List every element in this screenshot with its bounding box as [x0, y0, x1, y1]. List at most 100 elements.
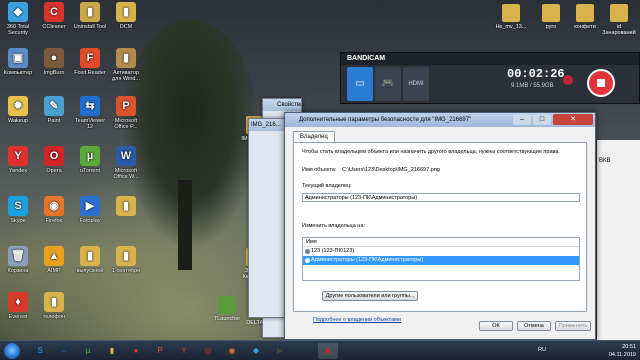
screen-mode-icon[interactable]: ▭ [347, 67, 373, 101]
taskbar-app-icon[interactable]: µ [78, 343, 98, 359]
desktop-icon[interactable]: ▮ 1 сентября [108, 246, 144, 274]
recording-size: 9.1MB / 55.9GB [511, 83, 554, 89]
desktop-icon[interactable]: id Зачарований [602, 4, 636, 36]
folder-icon [542, 4, 560, 22]
taskbar-app-icon[interactable]: ◉ [222, 343, 242, 359]
other-users-button[interactable]: Другие пользователи или группы... [322, 291, 418, 301]
desktop-icon[interactable]: O Opera [36, 146, 72, 174]
desktop-icon-label: id Зачарований [602, 24, 636, 36]
desktop-icon-label: Wakeup [8, 118, 28, 124]
app-icon: ▣ [8, 48, 28, 68]
list-item[interactable]: 123 (123-ПК\123) [303, 247, 579, 256]
taskbar-app-icon[interactable]: ▮ [102, 343, 122, 359]
desktop-icon[interactable]: C CCleaner [36, 2, 72, 30]
desktop-icon[interactable]: ▲ AIMP [36, 246, 72, 274]
desktop-icon[interactable]: Y Yandex [0, 146, 36, 174]
owner-listbox[interactable]: Имя 123 (123-ПК\123) Администраторы (123… [302, 237, 580, 281]
desktop-icon-label: руго [545, 24, 557, 30]
desktop-icon-label: AIMP [47, 268, 61, 274]
desktop-icon[interactable]: 🗑 Корзина [0, 246, 36, 274]
back-window-title: IMG_216... [249, 119, 287, 131]
desktop-icon-label: TLauncher [213, 316, 241, 322]
advanced-security-dialog[interactable]: Дополнительные параметры безопасности дл… [284, 112, 596, 340]
stop-record-button[interactable] [587, 69, 615, 97]
desktop-icon[interactable]: ⇆ TeamViewer 12 [72, 96, 108, 130]
desktop-icon-label: Корзина [7, 268, 29, 274]
desktop-icon[interactable]: ▣ Компьютер [0, 48, 36, 76]
desktop-icon[interactable]: ▮ DCM [108, 2, 144, 30]
close-button[interactable]: ✕ [553, 114, 593, 125]
right-window-text: ВКВ [599, 158, 611, 164]
app-icon: ● [44, 48, 64, 68]
hdmi-mode-icon[interactable]: HDMI [403, 67, 429, 101]
desktop-icon[interactable]: конфети [568, 4, 602, 30]
desktop-icon[interactable]: F Foxit Reader [72, 48, 108, 76]
desktop-icon[interactable]: µ uTorrent [72, 146, 108, 174]
desktop-icon-label: TeamViewer 12 [74, 118, 106, 130]
list-item-selected[interactable]: Администраторы (123-ПК\Администраторы) [303, 256, 579, 265]
group-icon [305, 258, 310, 263]
taskbar-app-icon[interactable]: ● [126, 343, 146, 359]
desktop-icon-label: Активатор для Wind... [111, 70, 141, 82]
taskbar-app-icon[interactable]: ≡ [294, 343, 314, 359]
list-item-label: Администраторы (123-ПК\Администраторы) [311, 257, 424, 263]
desktop-icon[interactable]: ♦ Everest [0, 292, 36, 320]
current-owner-field[interactable]: Администраторы (123-ПК\Администраторы) [302, 193, 580, 202]
desktop-icon-label: Microsoft Office W... [113, 168, 139, 180]
taskbar-app-icon[interactable]: P [150, 343, 170, 359]
folder-icon [576, 4, 594, 22]
taskbar-app-icon[interactable]: ◆ [246, 343, 266, 359]
apply-button[interactable]: Применить [555, 321, 591, 331]
maximize-button[interactable]: □ [533, 114, 551, 125]
desktop-icon[interactable]: ▮ [108, 196, 144, 218]
desktop-icon[interactable]: W Microsoft Office W... [108, 146, 144, 180]
desktop-icon[interactable]: ▮ Активатор для Wind... [108, 48, 144, 82]
taskbar-app-icon[interactable]: ▶ [270, 343, 290, 359]
start-button[interactable] [4, 343, 20, 359]
desktop-icon-label: Foxit Reader [74, 70, 106, 76]
system-clock[interactable]: 20:51 04.11.2019 [609, 343, 636, 359]
folder-icon [610, 4, 628, 22]
current-owner-label: Текущий владелец: [302, 183, 352, 189]
right-partial-window[interactable]: ВКВ [596, 140, 640, 340]
bandicam-window[interactable]: BANDICAM ▭ 🎮 HDMI 00:02:26 9.1MB / 55.9G… [340, 52, 640, 104]
desktop-icon[interactable]: TLauncher [210, 296, 244, 322]
taskbar-app-icon[interactable]: S [30, 343, 50, 359]
desktop-icon[interactable]: ▶ Fotoplay [72, 196, 108, 224]
taskbar-app-icon[interactable]: Y [174, 343, 194, 359]
ok-button[interactable]: ОК [479, 321, 513, 331]
app-icon: ◉ [44, 196, 64, 216]
recording-timer: 00:02:26 [507, 67, 565, 81]
desktop-icon[interactable]: ● ImgBurn [36, 48, 72, 76]
learn-more-link[interactable]: Подробнее о владении объектами [313, 317, 401, 323]
desktop-icon[interactable]: ◆ 360 Total Security [0, 2, 36, 36]
app-icon: ▮ [116, 196, 136, 216]
app-icon: ▶ [80, 196, 100, 216]
app-icon: ✎ [44, 96, 64, 116]
desktop-icon[interactable]: S Skype [0, 196, 36, 224]
desktop-icon-label: Microsoft Office P... [114, 118, 138, 130]
cancel-button[interactable]: Отмена [517, 321, 551, 331]
desktop-icon[interactable]: Hs_mv_13... [494, 4, 528, 30]
taskbar-app-icon[interactable]: ◉ [318, 343, 338, 359]
language-indicator[interactable]: RU [538, 347, 546, 353]
game-mode-icon[interactable]: 🎮 [375, 67, 401, 101]
tab-owner[interactable]: Владелец [293, 131, 335, 142]
app-icon: Y [8, 146, 28, 166]
owner-description: Чтобы стать владельцем объекта или назна… [302, 149, 560, 155]
desktop-icon[interactable]: руго [534, 4, 568, 30]
minimize-button[interactable]: – [513, 114, 531, 125]
desktop-icon[interactable]: ✎ Paint [36, 96, 72, 124]
desktop-icon[interactable]: ◉ Firefox [36, 196, 72, 224]
back-window[interactable]: IMG_216... [248, 118, 288, 318]
user-icon [305, 249, 310, 254]
taskbar-app-icon[interactable]: ◎ [198, 343, 218, 359]
desktop-icon-label: конфети [574, 24, 596, 30]
desktop-icon[interactable]: ✹ Wakeup [0, 96, 36, 124]
desktop-icon[interactable]: ▮ Uninstall Tool [72, 2, 108, 30]
desktop-icon[interactable]: P Microsoft Office P... [108, 96, 144, 130]
list-header[interactable]: Имя [303, 238, 579, 247]
taskbar-app-icon[interactable]: ⇔ [54, 343, 74, 359]
desktop-icon[interactable]: ▮ выпускной [72, 246, 108, 274]
desktop-icon[interactable]: ▮ телефон [36, 292, 72, 320]
